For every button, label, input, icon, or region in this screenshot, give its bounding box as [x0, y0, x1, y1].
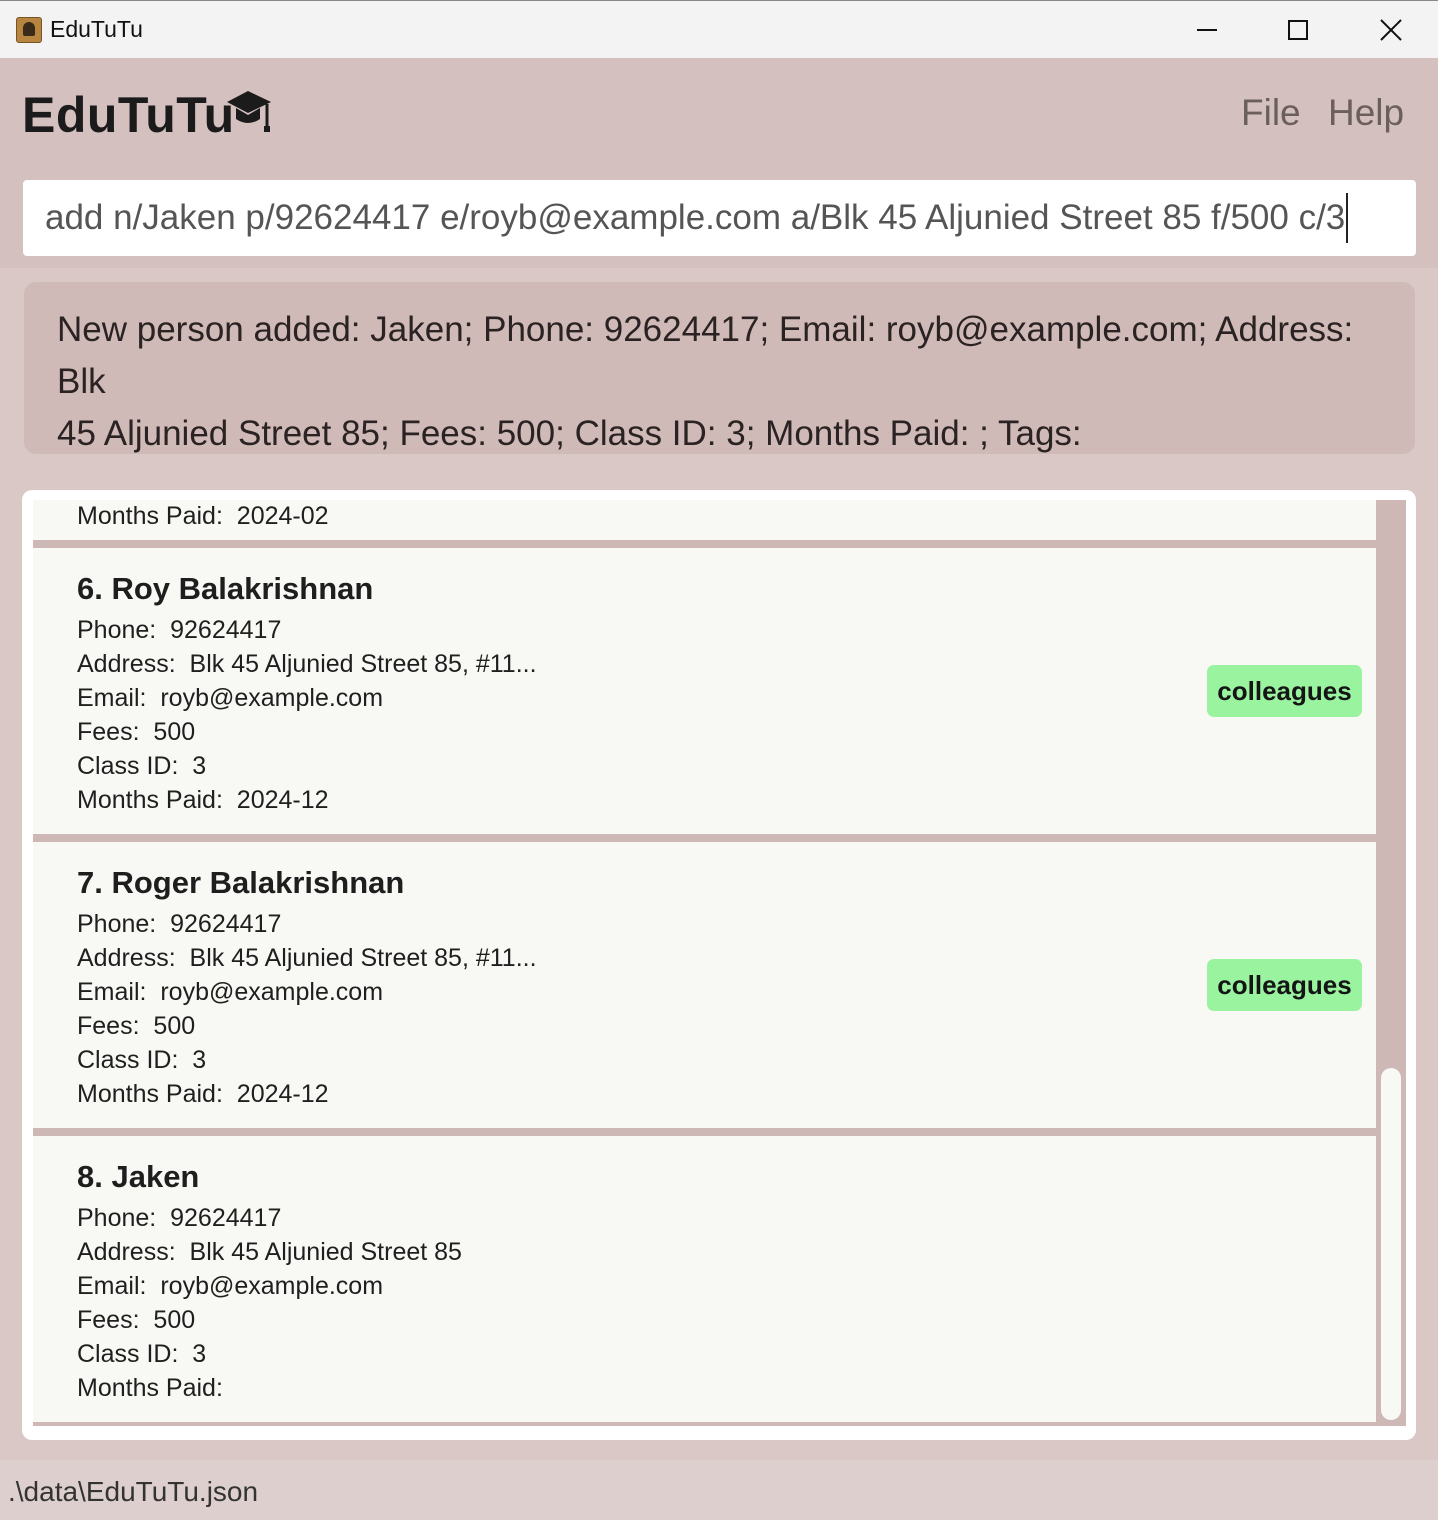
- field-address: Address: Blk 45 Aljunied Street 85, #11.…: [77, 944, 537, 972]
- minimize-icon: [1197, 29, 1217, 31]
- result-panel: New person added: Jaken; Phone: 92624417…: [0, 268, 1438, 468]
- field-months-paid: Months Paid:: [77, 1374, 223, 1402]
- scrollbar-thumb[interactable]: [1381, 1068, 1401, 1420]
- field-phone: Phone: 92624417: [77, 1204, 282, 1232]
- person-card-6[interactable]: 6. Roy Balakrishnan Phone: 92624417 Addr…: [33, 548, 1376, 834]
- command-input[interactable]: add n/Jaken p/92624417 e/royb@example.co…: [23, 180, 1416, 256]
- card-divider: [33, 1128, 1376, 1136]
- title-bar: EduTuTu: [0, 0, 1438, 58]
- field-class-id: Class ID: 3: [77, 752, 207, 780]
- close-button[interactable]: [1345, 1, 1437, 59]
- text-caret: [1346, 193, 1349, 243]
- tag-badge: colleagues: [1207, 665, 1362, 717]
- person-name: 7. Roger Balakrishnan: [77, 865, 405, 900]
- field-email: Email: royb@example.com: [77, 684, 384, 712]
- result-display: New person added: Jaken; Phone: 92624417…: [24, 282, 1415, 454]
- tag-badge: colleagues: [1207, 959, 1362, 1011]
- person-name: 8. Jaken: [77, 1159, 200, 1194]
- field-fees: Fees: 500: [77, 718, 196, 746]
- field-address: Address: Blk 45 Aljunied Street 85: [77, 1238, 462, 1266]
- status-bar: .\data\EduTuTu.json: [0, 1460, 1438, 1520]
- field-phone: Phone: 92624417: [77, 910, 282, 938]
- menu-file[interactable]: File: [1241, 92, 1301, 134]
- command-box: add n/Jaken p/92624417 e/royb@example.co…: [0, 170, 1438, 268]
- app-brand: EduTuTu: [22, 87, 235, 143]
- card-divider: [33, 834, 1376, 842]
- person-list-panel: Months Paid: 2024-02 6. Roy Balakrishnan…: [0, 468, 1438, 1460]
- field-class-id: Class ID: 3: [77, 1340, 207, 1368]
- field-email: Email: royb@example.com: [77, 1272, 384, 1300]
- minimize-button[interactable]: [1161, 1, 1253, 59]
- field-months-paid: Months Paid: 2024-12: [77, 786, 329, 814]
- maximize-icon: [1288, 20, 1308, 40]
- close-icon: [1380, 19, 1402, 41]
- field-phone: Phone: 92624417: [77, 616, 282, 644]
- result-line-1: New person added: Jaken; Phone: 92624417…: [57, 310, 1354, 401]
- field-months-paid: Months Paid: 2024-12: [77, 1080, 329, 1108]
- person-card-partial[interactable]: Months Paid: 2024-02: [33, 500, 1376, 540]
- result-line-2: 45 Aljunied Street 85; Fees: 500; Class …: [57, 414, 1082, 453]
- card-divider: [33, 540, 1376, 548]
- field-fees: Fees: 500: [77, 1012, 196, 1040]
- data-file-path: .\data\EduTuTu.json: [8, 1476, 259, 1507]
- person-list[interactable]: Months Paid: 2024-02 6. Roy Balakrishnan…: [22, 490, 1416, 1440]
- person-list-viewport: Months Paid: 2024-02 6. Roy Balakrishnan…: [33, 500, 1376, 1426]
- person-card-8[interactable]: 8. Jaken Phone: 92624417 Address: Blk 45…: [33, 1136, 1376, 1422]
- command-text: add n/Jaken p/92624417 e/royb@example.co…: [45, 198, 1346, 237]
- maximize-button[interactable]: [1252, 1, 1344, 59]
- field-email: Email: royb@example.com: [77, 978, 384, 1006]
- window-title: EduTuTu: [50, 16, 143, 42]
- person-card-7[interactable]: 7. Roger Balakrishnan Phone: 92624417 Ad…: [33, 842, 1376, 1128]
- field-class-id: Class ID: 3: [77, 1046, 207, 1074]
- card-divider: [33, 1422, 1376, 1426]
- person-name: 6. Roy Balakrishnan: [77, 571, 374, 606]
- menu-help[interactable]: Help: [1328, 92, 1404, 134]
- field-fees: Fees: 500: [77, 1306, 196, 1334]
- graduation-cap-icon: [227, 91, 271, 132]
- app-header: EduTuTu File Help: [0, 58, 1438, 170]
- app-icon: [16, 17, 42, 43]
- field-months-paid: Months Paid: 2024-02: [77, 502, 329, 530]
- field-address: Address: Blk 45 Aljunied Street 85, #11.…: [77, 650, 537, 678]
